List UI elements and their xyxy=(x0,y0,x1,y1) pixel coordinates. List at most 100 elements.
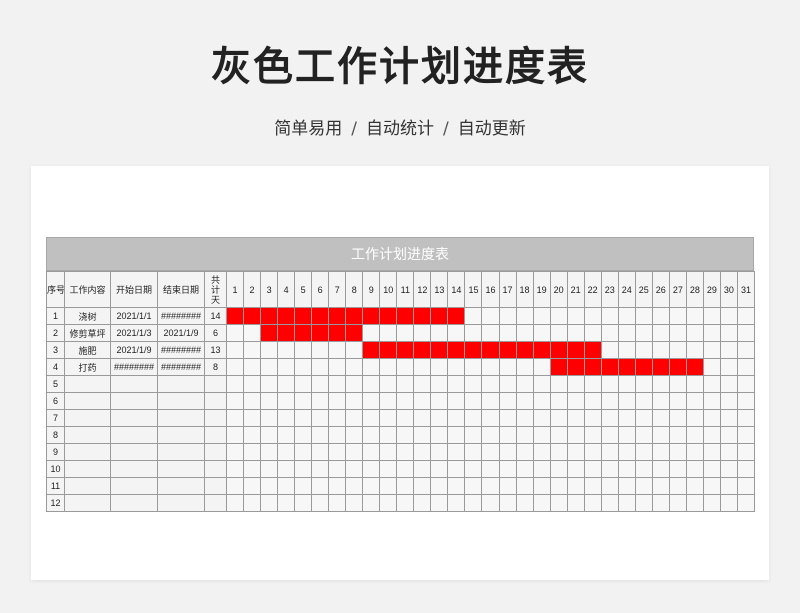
day-cell[interactable] xyxy=(515,426,534,444)
day-header-9[interactable]: 9 xyxy=(362,271,381,308)
day-cell[interactable] xyxy=(413,392,432,410)
day-cell[interactable] xyxy=(413,324,432,342)
day-cell[interactable] xyxy=(396,375,415,393)
day-cell[interactable] xyxy=(685,324,704,342)
day-header-22[interactable]: 22 xyxy=(583,271,602,308)
day-cell[interactable] xyxy=(311,409,330,427)
row-index[interactable]: 1 xyxy=(46,307,65,325)
day-cell[interactable] xyxy=(430,358,449,376)
day-cell[interactable] xyxy=(277,358,296,376)
day-cell[interactable] xyxy=(430,494,449,512)
header-index[interactable]: 序号 xyxy=(46,271,65,308)
day-cell[interactable] xyxy=(481,477,500,495)
row-end-date[interactable]: ######## xyxy=(157,341,205,359)
day-cell[interactable] xyxy=(379,324,398,342)
gantt-bar-cell[interactable] xyxy=(430,341,449,359)
day-cell[interactable] xyxy=(532,375,551,393)
day-header-17[interactable]: 17 xyxy=(498,271,517,308)
day-cell[interactable] xyxy=(634,494,653,512)
day-header-14[interactable]: 14 xyxy=(447,271,466,308)
day-header-6[interactable]: 6 xyxy=(311,271,330,308)
day-cell[interactable] xyxy=(481,494,500,512)
day-cell[interactable] xyxy=(549,426,568,444)
day-cell[interactable] xyxy=(362,392,381,410)
day-cell[interactable] xyxy=(617,443,636,461)
row-total-days[interactable] xyxy=(204,477,227,495)
day-cell[interactable] xyxy=(668,392,687,410)
day-cell[interactable] xyxy=(549,460,568,478)
day-cell[interactable] xyxy=(413,494,432,512)
day-cell[interactable] xyxy=(464,392,483,410)
day-cell[interactable] xyxy=(566,443,585,461)
day-cell[interactable] xyxy=(481,426,500,444)
day-cell[interactable] xyxy=(736,392,755,410)
day-cell[interactable] xyxy=(617,392,636,410)
day-cell[interactable] xyxy=(328,477,347,495)
day-cell[interactable] xyxy=(583,460,602,478)
day-cell[interactable] xyxy=(566,460,585,478)
day-cell[interactable] xyxy=(634,324,653,342)
day-cell[interactable] xyxy=(651,494,670,512)
day-cell[interactable] xyxy=(464,460,483,478)
day-cell[interactable] xyxy=(362,426,381,444)
day-cell[interactable] xyxy=(225,341,245,359)
day-cell[interactable] xyxy=(736,375,755,393)
day-cell[interactable] xyxy=(736,477,755,495)
gantt-bar-cell[interactable] xyxy=(311,307,330,325)
day-cell[interactable] xyxy=(668,443,687,461)
day-cell[interactable] xyxy=(328,341,347,359)
row-task[interactable]: 修剪草坪 xyxy=(64,324,111,342)
day-cell[interactable] xyxy=(719,358,738,376)
day-cell[interactable] xyxy=(345,494,364,512)
day-cell[interactable] xyxy=(481,324,500,342)
row-end-date[interactable] xyxy=(157,375,205,393)
day-cell[interactable] xyxy=(396,358,415,376)
day-cell[interactable] xyxy=(702,443,721,461)
day-cell[interactable] xyxy=(345,392,364,410)
day-cell[interactable] xyxy=(566,324,585,342)
day-cell[interactable] xyxy=(396,443,415,461)
day-cell[interactable] xyxy=(634,443,653,461)
row-task[interactable] xyxy=(64,477,111,495)
day-cell[interactable] xyxy=(277,409,296,427)
day-header-30[interactable]: 30 xyxy=(719,271,738,308)
day-cell[interactable] xyxy=(634,409,653,427)
day-cell[interactable] xyxy=(515,494,534,512)
day-cell[interactable] xyxy=(736,443,755,461)
day-cell[interactable] xyxy=(430,409,449,427)
day-cell[interactable] xyxy=(277,375,296,393)
day-cell[interactable] xyxy=(379,358,398,376)
row-task[interactable] xyxy=(64,409,111,427)
day-cell[interactable] xyxy=(362,443,381,461)
day-cell[interactable] xyxy=(498,375,517,393)
gantt-bar-cell[interactable] xyxy=(464,341,483,359)
row-end-date[interactable]: 2021/1/9 xyxy=(157,324,205,342)
day-cell[interactable] xyxy=(243,392,262,410)
gantt-bar-cell[interactable] xyxy=(566,358,585,376)
day-cell[interactable] xyxy=(566,375,585,393)
day-cell[interactable] xyxy=(634,392,653,410)
row-task[interactable] xyxy=(64,460,111,478)
day-cell[interactable] xyxy=(396,324,415,342)
day-cell[interactable] xyxy=(702,477,721,495)
day-cell[interactable] xyxy=(260,341,279,359)
day-cell[interactable] xyxy=(328,409,347,427)
day-cell[interactable] xyxy=(481,460,500,478)
row-end-date[interactable] xyxy=(157,494,205,512)
day-header-20[interactable]: 20 xyxy=(549,271,568,308)
row-total-days[interactable]: 13 xyxy=(204,341,227,359)
day-cell[interactable] xyxy=(668,409,687,427)
day-cell[interactable] xyxy=(702,358,721,376)
day-header-8[interactable]: 8 xyxy=(345,271,364,308)
day-cell[interactable] xyxy=(328,494,347,512)
row-total-days[interactable] xyxy=(204,426,227,444)
day-cell[interactable] xyxy=(566,477,585,495)
day-cell[interactable] xyxy=(549,324,568,342)
day-cell[interactable] xyxy=(311,426,330,444)
day-cell[interactable] xyxy=(447,477,466,495)
day-header-31[interactable]: 31 xyxy=(736,271,755,308)
day-cell[interactable] xyxy=(600,460,619,478)
day-cell[interactable] xyxy=(549,477,568,495)
header-start-date[interactable]: 开始日期 xyxy=(110,271,158,308)
day-cell[interactable] xyxy=(736,494,755,512)
